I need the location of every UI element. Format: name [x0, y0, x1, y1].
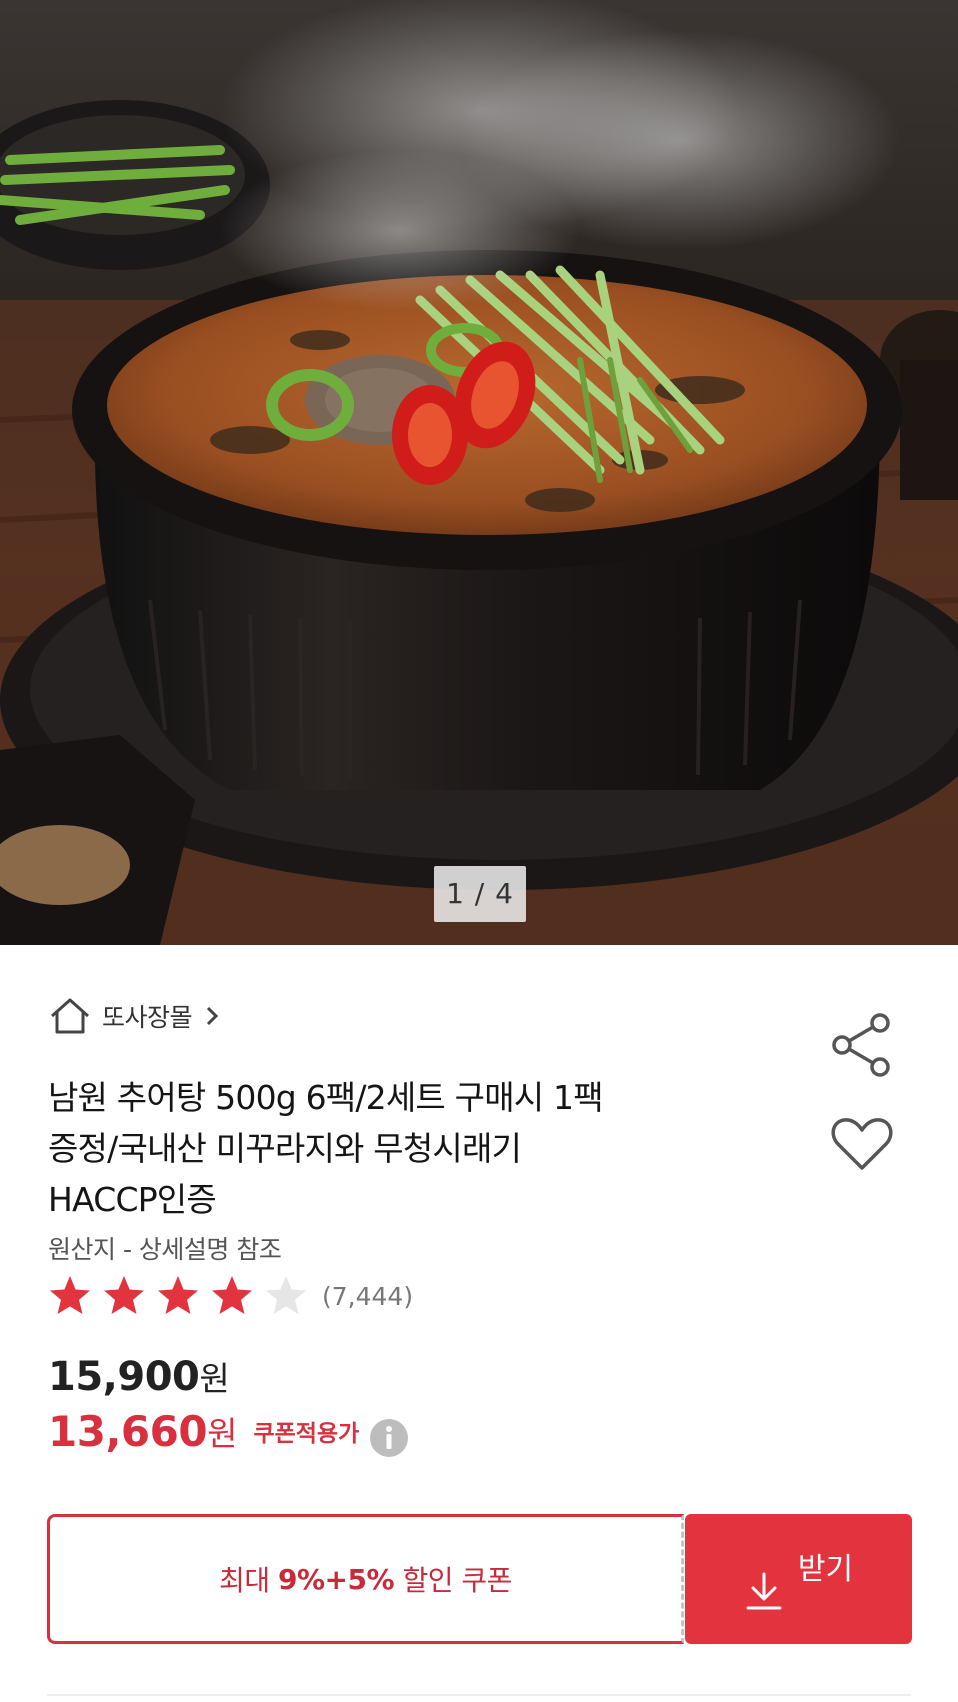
store-link[interactable]: 또사장몰	[48, 992, 222, 1040]
star-icon	[266, 1276, 306, 1314]
coupon-download-label: 받기	[797, 1552, 854, 1587]
coupon-text-prefix: 최대	[219, 1564, 279, 1597]
divider	[47, 1694, 911, 1696]
coupon-price: 13,660 원 쿠폰적용가	[48, 1404, 409, 1458]
coupon-download-button[interactable]: 받기	[685, 1514, 912, 1644]
original-price: 15,900원	[48, 1352, 230, 1400]
product-title: 남원 추어탕 500g 6팩/2세트 구매시 1팩 증정/국내산 미꾸라지와 무…	[48, 1072, 728, 1225]
original-price-amount: 15,900	[48, 1354, 200, 1400]
star-icon	[50, 1276, 90, 1314]
product-title-line: 남원 추어탕 500g 6팩/2세트 구매시 1팩	[48, 1078, 604, 1117]
original-price-unit: 원	[199, 1359, 230, 1398]
origin-info: 원산지 - 상세설명 참조	[48, 1235, 282, 1264]
star-icon	[158, 1276, 198, 1314]
download-icon	[746, 1572, 782, 1610]
product-title-line: 증정/국내산 미꾸라지와 무청시래기	[48, 1129, 522, 1168]
store-name: 또사장몰	[102, 1003, 193, 1032]
rating-count: (7,444)	[322, 1281, 414, 1311]
coupon-text-suffix: 할인 쿠폰	[394, 1564, 512, 1597]
coupon-price-unit: 원	[207, 1414, 238, 1453]
rating-stars	[50, 1276, 306, 1314]
coupon-price-label: 쿠폰적용가	[253, 1421, 360, 1447]
home-icon	[51, 998, 89, 1034]
coupon-price-amount: 13,660	[48, 1406, 208, 1456]
star-icon	[104, 1276, 144, 1314]
coupon-discount: 9%+5%	[278, 1562, 395, 1596]
product-image-carousel[interactable]: 1 / 4	[0, 0, 958, 945]
share-icon[interactable]	[830, 1012, 894, 1078]
rating[interactable]: (7,444)	[48, 1272, 413, 1320]
star-icon	[212, 1276, 252, 1314]
image-pager: 1 / 4	[434, 866, 526, 922]
product-photo	[0, 0, 958, 945]
product-title-line: HACCP인증	[48, 1180, 217, 1219]
info-icon[interactable]	[369, 1418, 409, 1458]
coupon-banner[interactable]: 최대 9%+5% 할인 쿠폰	[47, 1514, 684, 1644]
chevron-right-icon	[206, 1006, 219, 1026]
heart-icon[interactable]	[830, 1114, 894, 1174]
